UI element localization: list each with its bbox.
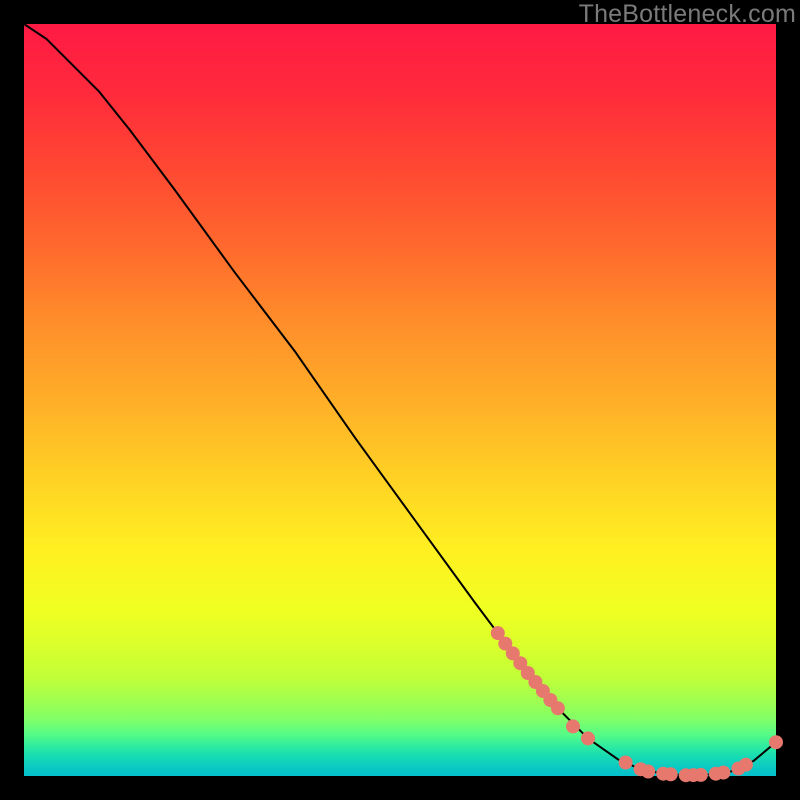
- data-point: [769, 735, 783, 749]
- watermark-text: TheBottleneck.com: [579, 0, 796, 29]
- data-point: [739, 758, 753, 772]
- data-point: [641, 765, 655, 779]
- data-point: [716, 766, 730, 780]
- data-point: [551, 701, 565, 715]
- data-point: [619, 756, 633, 770]
- data-point: [566, 719, 580, 733]
- chart-svg: [24, 24, 776, 776]
- chart-frame: TheBottleneck.com: [0, 0, 800, 800]
- bottleneck-curve: [24, 24, 776, 775]
- data-points: [491, 626, 783, 782]
- data-point: [694, 768, 708, 782]
- data-point: [664, 767, 678, 781]
- plot-area: [24, 24, 776, 776]
- data-point: [581, 731, 595, 745]
